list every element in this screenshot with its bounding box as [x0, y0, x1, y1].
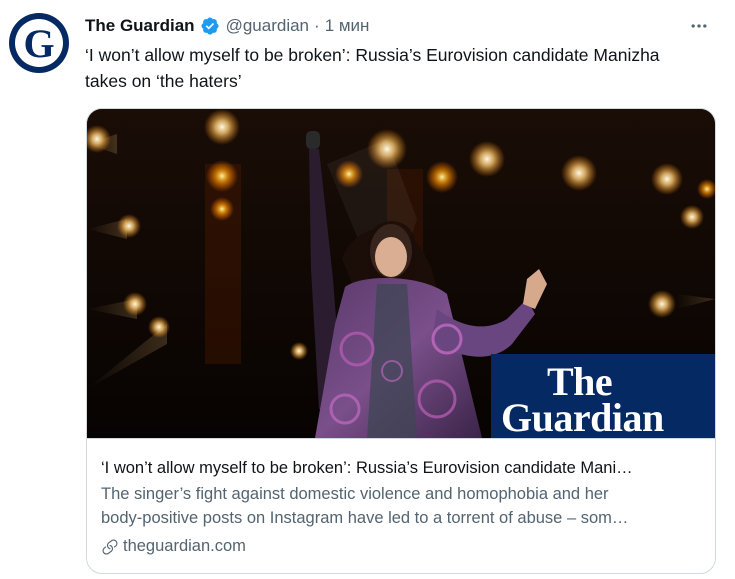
avatar-letter: G: [23, 21, 55, 66]
avatar[interactable]: G: [9, 13, 69, 73]
card-domain-text: theguardian.com: [123, 537, 246, 555]
more-options-button[interactable]: [685, 14, 713, 38]
guardian-logo: The Guardian: [491, 354, 715, 438]
account-handle[interactable]: @guardian: [226, 16, 309, 36]
link-icon: [102, 539, 118, 555]
link-card[interactable]: The Guardian ‘I won’t allow myself to be…: [86, 108, 716, 574]
card-description-line-1: The singer’s fight against domestic viol…: [101, 485, 609, 503]
card-description: The singer’s fight against domestic viol…: [101, 482, 701, 530]
logo-line-2: Guardian: [501, 395, 664, 438]
card-body[interactable]: ‘I won’t allow myself to be broken’: Rus…: [87, 438, 715, 573]
tweet-header: The Guardian @guardian · 1 мин: [85, 14, 715, 38]
card-description-line-2: body-positive posts on Instagram have le…: [101, 509, 629, 527]
account-name[interactable]: The Guardian: [85, 16, 195, 36]
card-image[interactable]: The Guardian: [87, 109, 715, 438]
card-domain: theguardian.com: [101, 537, 701, 556]
tweet-timestamp[interactable]: 1 мин: [325, 16, 370, 36]
card-title: ‘I won’t allow myself to be broken’: Rus…: [101, 459, 633, 477]
avatar-inner: G: [15, 19, 63, 67]
separator-dot: ·: [314, 16, 320, 35]
verified-badge-icon: [201, 17, 219, 35]
tweet-text: ‘I won’t allow myself to be broken’: Rus…: [85, 45, 660, 91]
more-horizontal-icon: [691, 24, 707, 28]
